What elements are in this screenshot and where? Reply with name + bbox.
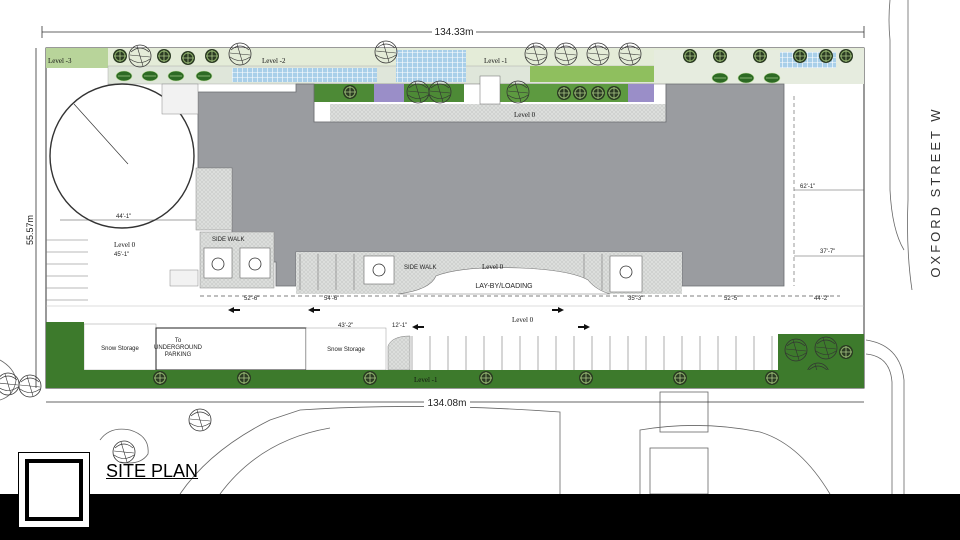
stair-top xyxy=(479,75,501,105)
bottom-lawn-strip xyxy=(46,370,864,388)
title-badge-frame xyxy=(25,459,83,521)
snow-storage-right-label: Snow Storage xyxy=(327,347,365,353)
water-feature-center xyxy=(396,50,466,82)
water-feature-left xyxy=(232,68,377,82)
dim-37-7: 37'-7" xyxy=(820,249,835,255)
title-badge xyxy=(18,452,90,528)
footer-bar xyxy=(0,494,960,540)
dim-12-1: 12'-1" xyxy=(392,323,407,329)
lay-by-label: LAY-BY/LOADING xyxy=(475,283,532,290)
dim-52-6: 52'-6" xyxy=(244,296,259,302)
level-0-left-label: Level 0 xyxy=(114,241,136,249)
dim-44-2: 44'-2" xyxy=(814,296,829,302)
site-plan-drawing: 134.33m 55.57m SIDE WALK SIDE WALK LAY-B… xyxy=(0,0,943,495)
island-curb xyxy=(387,335,411,371)
level-m1-bottom-label: Level -1 xyxy=(414,376,438,384)
bike-room-1 xyxy=(203,247,233,279)
street-name: OXFORD STREET W xyxy=(928,106,943,277)
sidewalk-mid-label: SIDE WALK xyxy=(404,265,436,271)
west-paving xyxy=(195,167,233,231)
underground-label-2: UNDERGROUND xyxy=(154,345,203,351)
underground-label-1: To xyxy=(175,338,182,344)
courtyard-flowers-right xyxy=(628,84,654,102)
level-m2-label: Level -2 xyxy=(262,57,286,65)
dim-62-1: 62'-1" xyxy=(800,184,815,190)
courtyard-flowers-left xyxy=(374,84,404,102)
level-0-upper-label: Level 0 xyxy=(514,111,536,119)
small-structure xyxy=(169,269,199,287)
brokerage-watermark: CUSHMAN & WAKEFIELD SOUTHWESTERN ONTARIO… xyxy=(288,476,632,488)
snow-storage-left-label: Snow Storage xyxy=(101,346,139,352)
level-m1-top-label: Level -1 xyxy=(484,57,508,65)
level-0-lower-label: Level 0 xyxy=(512,316,534,324)
underground-label-3: PARKING xyxy=(165,352,192,358)
bottom-dimension-label: 134.08m xyxy=(428,398,467,409)
sidewalk-left-label: SIDE WALK xyxy=(212,237,244,243)
dim-54-6: 54'-6" xyxy=(324,296,339,302)
dim-45-1: 45'-1" xyxy=(114,252,129,258)
utility-room xyxy=(161,83,199,115)
dim-44-1: 44'-1" xyxy=(116,214,131,220)
courtyard-paving xyxy=(330,104,666,122)
page-title: SITE PLAN xyxy=(106,461,199,481)
planting-bed-top xyxy=(530,66,654,82)
level-0-mid-label: Level 0 xyxy=(482,263,504,271)
level-m3-label: Level -3 xyxy=(48,57,72,65)
top-dimension-label: 134.33m xyxy=(435,27,474,38)
left-dimension-label: 55.57m xyxy=(25,215,35,245)
dim-35-3: 35'-3" xyxy=(628,296,643,302)
parking-stalls-lower xyxy=(411,336,773,370)
dim-52-5: 52'-5" xyxy=(724,296,739,302)
bike-room-2 xyxy=(239,247,271,279)
bike-room-3 xyxy=(363,255,395,285)
dim-43-2: 43'-2" xyxy=(338,323,353,329)
courtyard-lawn-mid xyxy=(404,84,464,102)
bike-room-4 xyxy=(609,255,643,293)
